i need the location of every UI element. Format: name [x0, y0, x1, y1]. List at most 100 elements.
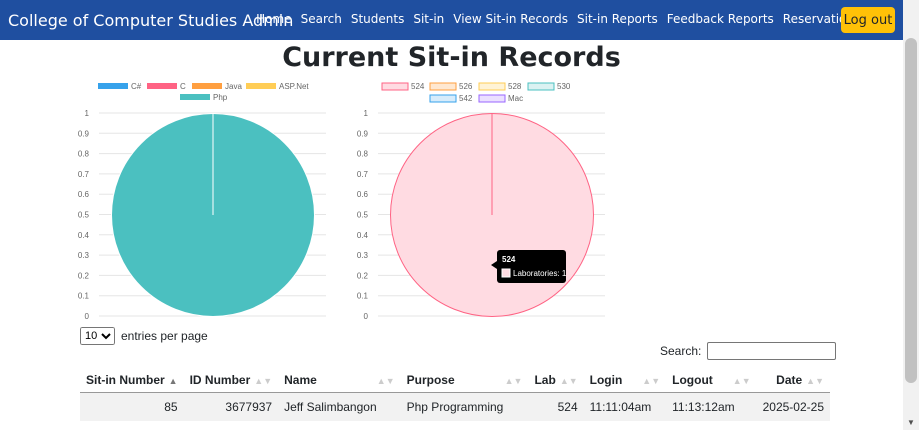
column-header-lab[interactable]: Lab ▲▼ — [528, 368, 584, 393]
nav-search[interactable]: Search — [301, 12, 342, 26]
nav-students[interactable]: Students — [351, 12, 405, 26]
logout-button[interactable]: Log out — [841, 7, 895, 33]
column-header-date[interactable]: Date ▲▼ — [756, 368, 830, 393]
y-tick-label: 0.4 — [357, 231, 369, 240]
nav-feedback-reports[interactable]: Feedback Reports — [667, 12, 774, 26]
laboratory-pie-chart[interactable]: 524 526 528 530 542 Mac 1 0.9 0.8 0.7 0.6 0.5… — [354, 78, 614, 323]
legend-label: 526 — [459, 82, 473, 91]
legend-swatch — [180, 94, 210, 100]
cell-sit-in-number: 85 — [80, 392, 184, 421]
y-tick-label: 0.9 — [78, 129, 90, 138]
legend-item[interactable]: C — [147, 82, 186, 91]
sort-icon: ▲▼ — [376, 376, 395, 386]
y-tick-label: 0.7 — [78, 170, 90, 179]
y-tick-label: 0.6 — [78, 190, 90, 199]
column-label: Login — [589, 373, 623, 387]
column-header-id-number[interactable]: ID Number ▲▼ — [183, 368, 279, 393]
y-tick-label: 0.6 — [357, 190, 369, 199]
tooltip-label: Laboratories: 1 — [513, 269, 567, 278]
y-tick-label: 0.3 — [357, 251, 369, 260]
entries-control: 10 entries per page — [80, 327, 208, 345]
table-row[interactable]: 85 3677937 Jeff Salimbangon Php Programm… — [80, 392, 830, 421]
y-tick-label: 0.1 — [78, 292, 90, 301]
legend-item[interactable]: ASP.Net — [246, 82, 309, 91]
search-label: Search: — [660, 344, 702, 358]
top-navbar: College of Computer Studies Admin Home S… — [0, 0, 903, 40]
column-header-login[interactable]: Login ▲▼ — [583, 368, 667, 393]
y-tick-label: 0.7 — [357, 170, 369, 179]
y-tick-label: 1 — [85, 109, 90, 118]
legend-label: C# — [131, 82, 142, 91]
cell-purpose: Php Programming — [400, 392, 529, 421]
column-label: Lab — [534, 373, 556, 387]
scrollbar-thumb[interactable] — [905, 38, 917, 383]
legend-item[interactable]: 526 — [429, 82, 473, 91]
legend-swatch — [478, 82, 506, 91]
cell-login: 11:11:04am — [583, 392, 667, 421]
entries-label: entries per page — [121, 329, 208, 343]
tooltip-title: 524 — [502, 255, 516, 264]
sort-icon: ▲▼ — [504, 376, 523, 386]
y-tick-label: 0 — [364, 312, 369, 321]
column-label: Logout — [672, 373, 713, 387]
legend-swatch — [478, 94, 506, 103]
nav-sit-in-reports[interactable]: Sit-in Reports — [577, 12, 658, 26]
sit-in-records-table: Sit-in Number ▲ ID Number ▲▼ Name ▲▼ Purpos… — [80, 368, 830, 421]
legend-label: Mac — [508, 94, 523, 103]
legend-item[interactable]: C# — [98, 82, 142, 91]
legend: 524 526 528 530 542 Mac — [381, 82, 571, 103]
legend-label: 524 — [411, 82, 425, 91]
legend-swatch — [192, 83, 222, 89]
column-header-purpose[interactable]: Purpose ▲▼ — [400, 368, 529, 393]
legend-label: 530 — [557, 82, 571, 91]
column-label: Sit-in Number — [86, 373, 165, 387]
purpose-pie-chart[interactable]: C# C Java ASP.Net Php 1 0.9 0.8 0.7 0.6 0.5 0.… — [75, 78, 335, 323]
legend-item[interactable]: Mac — [478, 94, 523, 103]
y-tick-label: 0.9 — [357, 129, 369, 138]
legend-label: 528 — [508, 82, 522, 91]
cell-id-number: 3677937 — [183, 392, 279, 421]
legend-item[interactable]: 524 — [381, 82, 425, 91]
column-label: Purpose — [406, 373, 455, 387]
nav-sit-in[interactable]: Sit-in — [413, 12, 444, 26]
legend-item[interactable]: 530 — [527, 82, 571, 91]
nav-home[interactable]: Home — [256, 12, 291, 26]
nav-menu: Home Search Students Sit-in View Sit-in … — [247, 12, 854, 26]
nav-view-sit-in-records[interactable]: View Sit-in Records — [453, 12, 568, 26]
sort-icon: ▲▼ — [732, 376, 751, 386]
sort-icon: ▲▼ — [642, 376, 661, 386]
cell-logout: 11:13:12am — [666, 392, 757, 421]
y-tick-label: 0.2 — [78, 271, 90, 280]
column-header-logout[interactable]: Logout ▲▼ — [666, 368, 757, 393]
legend-swatch — [98, 83, 128, 89]
legend-item[interactable]: 542 — [429, 94, 473, 103]
legend-item[interactable]: 528 — [478, 82, 522, 91]
legend-swatch — [527, 82, 555, 91]
page-title: Current Sit-in Records — [282, 42, 621, 73]
chart-tooltip: 524 Laboratories: 1 — [491, 250, 567, 283]
legend-label: Java — [225, 82, 242, 91]
scroll-down-icon[interactable]: ▼ — [905, 418, 917, 428]
column-header-sit-in-number[interactable]: Sit-in Number ▲ — [80, 368, 184, 393]
search-input[interactable] — [707, 342, 837, 360]
legend-label: C — [180, 82, 186, 91]
legend-swatch — [246, 83, 276, 89]
sort-icon: ▲▼ — [559, 376, 578, 386]
legend: C# C Java ASP.Net Php — [98, 82, 309, 102]
entries-per-page-select[interactable]: 10 — [80, 327, 115, 345]
legend-item[interactable]: Php — [180, 93, 228, 102]
legend-label: ASP.Net — [279, 82, 309, 91]
y-tick-label: 0 — [85, 312, 90, 321]
legend-item[interactable]: Java — [192, 82, 242, 91]
table-header-row: Sit-in Number ▲ ID Number ▲▼ Name ▲▼ Purpos… — [80, 368, 830, 393]
legend-swatch — [429, 94, 457, 103]
column-label: Name — [284, 373, 317, 387]
y-tick-label: 0.8 — [357, 150, 369, 159]
pie-slices — [390, 113, 594, 317]
y-tick-label: 0.5 — [357, 211, 369, 220]
legend-swatch — [381, 82, 409, 91]
column-header-name[interactable]: Name ▲▼ — [278, 368, 401, 393]
sort-ascending-icon: ▲ — [168, 376, 178, 386]
y-tick-label: 0.2 — [357, 271, 369, 280]
y-axis-ticks: 1 0.9 0.8 0.7 0.6 0.5 0.4 0.3 0.2 0.1 0 — [78, 109, 90, 321]
